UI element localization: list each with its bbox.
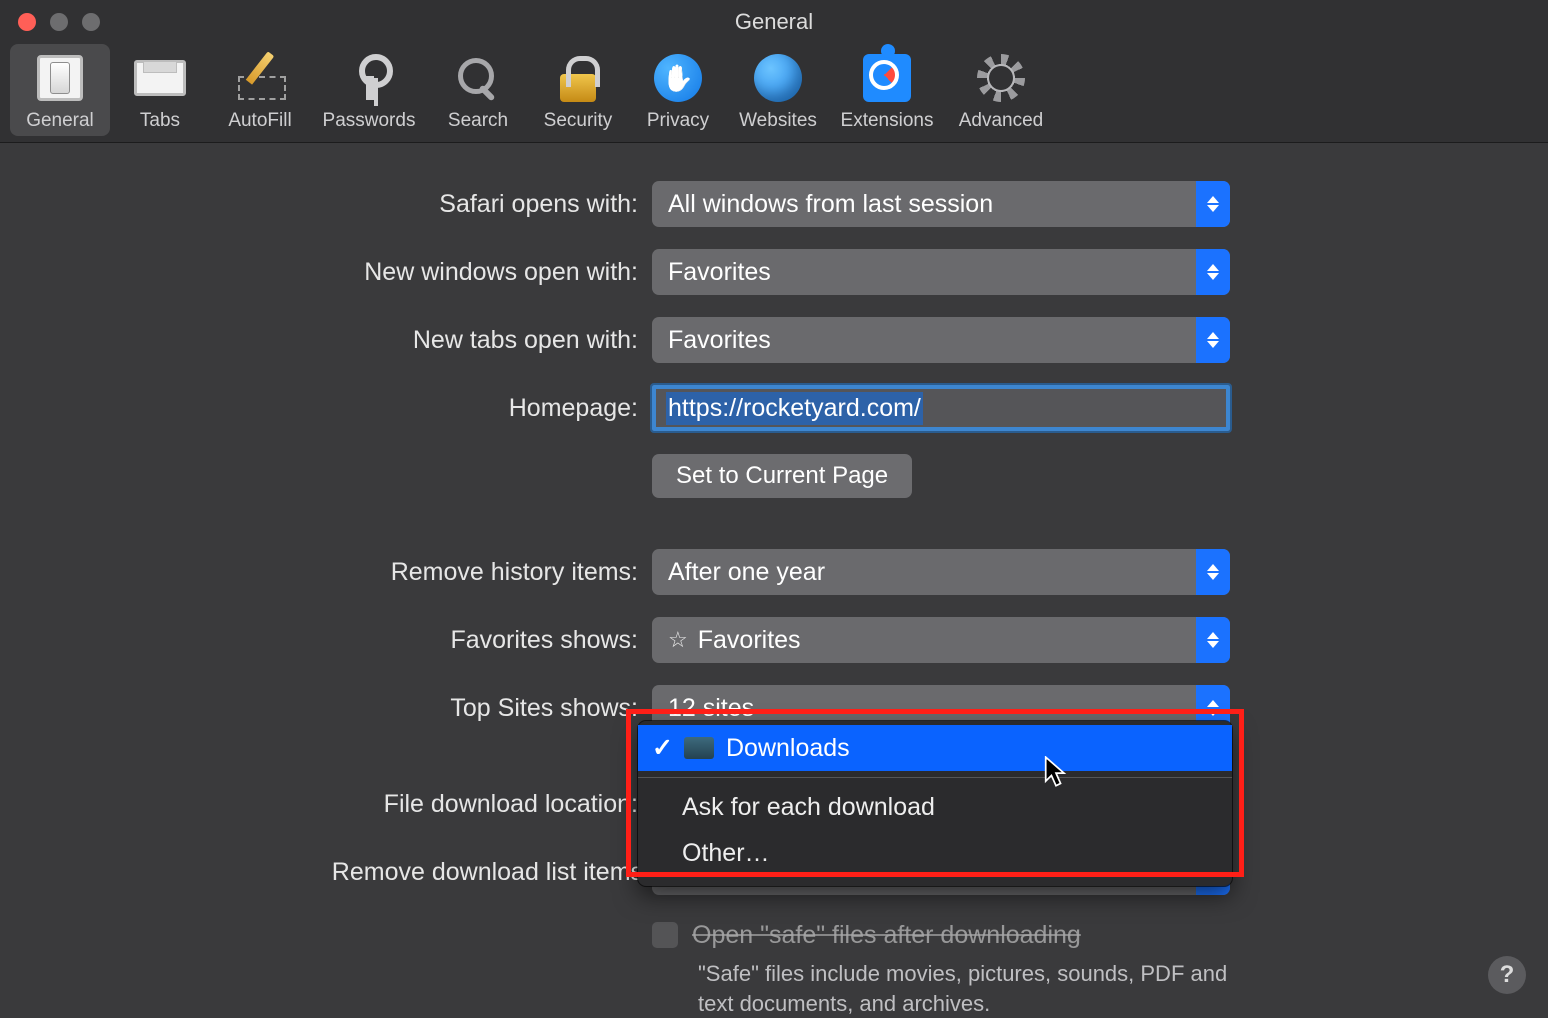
select-top-sites-shows-value: 12 sites	[668, 694, 754, 723]
menu-item-downloads-label: Downloads	[726, 734, 850, 763]
menu-item-ask-each-download-label: Ask for each download	[682, 793, 935, 822]
tab-tabs-label: Tabs	[140, 110, 180, 132]
preferences-toolbar: General Tabs AutoFill Passwords Search S…	[0, 44, 1548, 143]
puzzle-icon	[861, 52, 913, 104]
select-safari-opens-with[interactable]: All windows from last session	[652, 181, 1230, 227]
close-window-button[interactable]	[18, 13, 36, 31]
label-new-tabs-open-with: New tabs open with:	[0, 326, 652, 355]
menu-item-other-label: Other…	[682, 839, 770, 868]
tab-advanced[interactable]: Advanced	[946, 44, 1056, 136]
lock-icon	[552, 52, 604, 104]
tab-security[interactable]: Security	[528, 44, 628, 136]
tab-autofill[interactable]: AutoFill	[210, 44, 310, 136]
window-title: General	[735, 9, 813, 35]
tab-advanced-label: Advanced	[959, 110, 1044, 132]
checkmark-icon: ✓	[652, 733, 672, 763]
tab-autofill-label: AutoFill	[228, 110, 291, 132]
window-controls	[0, 13, 100, 31]
label-top-sites-shows: Top Sites shows:	[0, 694, 652, 723]
select-favorites-shows[interactable]: ☆ Favorites	[652, 617, 1230, 663]
set-to-current-page-label: Set to Current Page	[676, 462, 888, 490]
chevron-updown-icon	[1196, 249, 1230, 295]
tab-search[interactable]: Search	[428, 44, 528, 136]
open-safe-files-label: Open "safe" files after downloading	[692, 921, 1081, 950]
search-icon	[452, 52, 504, 104]
checkbox-icon	[652, 922, 678, 948]
tab-websites[interactable]: Websites	[728, 44, 828, 136]
help-button[interactable]: ?	[1488, 956, 1526, 994]
set-to-current-page-button[interactable]: Set to Current Page	[652, 454, 912, 498]
select-remove-history[interactable]: After one year	[652, 549, 1230, 595]
select-remove-history-value: After one year	[668, 558, 825, 587]
zoom-window-button[interactable]	[82, 13, 100, 31]
chevron-updown-icon	[1196, 181, 1230, 227]
menu-item-other[interactable]: Other…	[638, 830, 1232, 876]
general-pane: Safari opens with: All windows from last…	[0, 143, 1548, 1018]
tab-general-label: General	[26, 110, 94, 132]
chevron-updown-icon	[1196, 617, 1230, 663]
tab-websites-label: Websites	[739, 110, 817, 132]
minimize-window-button[interactable]	[50, 13, 68, 31]
general-icon	[34, 52, 86, 104]
open-safe-files-checkbox-row[interactable]: Open "safe" files after downloading	[652, 917, 1548, 953]
menu-item-downloads[interactable]: ✓ Downloads	[638, 725, 1232, 771]
label-file-download-location: File download location:	[0, 790, 652, 819]
homepage-field-value: https://rocketyard.com/	[666, 392, 923, 425]
select-new-windows-open-with-value: Favorites	[668, 258, 771, 287]
key-icon	[343, 52, 395, 104]
tab-passwords-label: Passwords	[323, 110, 416, 132]
tab-general[interactable]: General	[10, 44, 110, 136]
tab-privacy-label: Privacy	[647, 110, 709, 132]
tab-tabs[interactable]: Tabs	[110, 44, 210, 136]
select-favorites-shows-value: Favorites	[698, 626, 801, 655]
select-new-windows-open-with[interactable]: Favorites	[652, 249, 1230, 295]
open-safe-files-note: "Safe" files include movies, pictures, s…	[652, 953, 1230, 1018]
titlebar: General	[0, 0, 1548, 44]
menu-separator	[638, 777, 1232, 778]
gear-icon	[975, 52, 1027, 104]
menu-item-ask-each-download[interactable]: Ask for each download	[638, 784, 1232, 830]
tab-passwords[interactable]: Passwords	[310, 44, 428, 136]
chevron-updown-icon	[1196, 317, 1230, 363]
tab-extensions-label: Extensions	[841, 110, 934, 132]
label-new-windows-open-with: New windows open with:	[0, 258, 652, 287]
autofill-icon	[234, 52, 286, 104]
tab-privacy[interactable]: Privacy	[628, 44, 728, 136]
label-favorites-shows: Favorites shows:	[0, 626, 652, 655]
select-new-tabs-open-with[interactable]: Favorites	[652, 317, 1230, 363]
label-remove-history: Remove history items:	[0, 558, 652, 587]
label-safari-opens-with: Safari opens with:	[0, 190, 652, 219]
download-location-menu: ✓ Downloads Ask for each download Other…	[638, 721, 1232, 886]
tabs-icon	[134, 52, 186, 104]
select-new-tabs-open-with-value: Favorites	[668, 326, 771, 355]
select-safari-opens-with-value: All windows from last session	[668, 190, 993, 219]
help-button-label: ?	[1500, 961, 1515, 989]
chevron-updown-icon	[1196, 549, 1230, 595]
hand-icon	[652, 52, 704, 104]
label-remove-download-items: Remove download list items:	[0, 858, 652, 887]
folder-icon	[684, 737, 714, 759]
homepage-field[interactable]: https://rocketyard.com/	[652, 385, 1230, 431]
tab-security-label: Security	[544, 110, 613, 132]
star-icon: ☆	[668, 627, 688, 653]
globe-icon	[752, 52, 804, 104]
tab-search-label: Search	[448, 110, 508, 132]
tab-extensions[interactable]: Extensions	[828, 44, 946, 136]
label-homepage: Homepage:	[0, 394, 652, 423]
